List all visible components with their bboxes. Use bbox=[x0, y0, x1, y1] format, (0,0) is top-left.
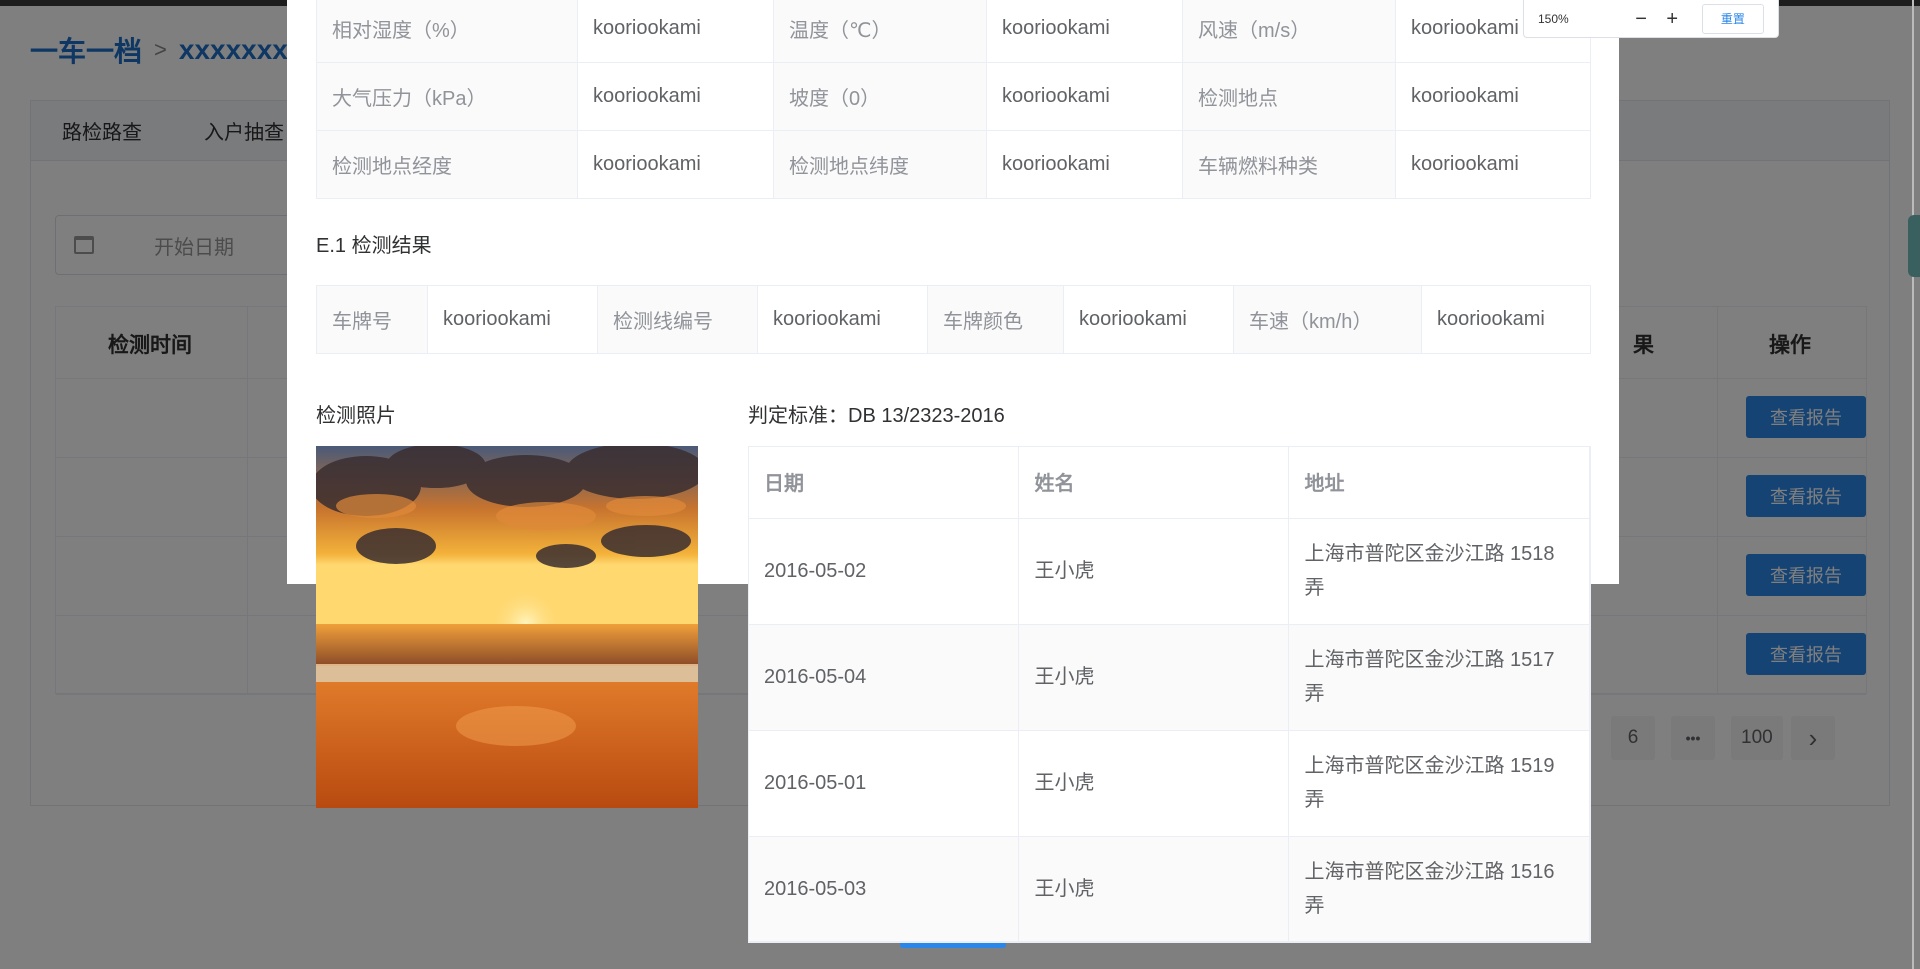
results-table-header: 日期 姓名 地址 bbox=[748, 446, 1591, 519]
photo-label: 检测照片 bbox=[316, 405, 396, 427]
result-info-table: 车牌号 kooriookami 检测线编号 kooriookami 车牌颜色 k… bbox=[316, 285, 1591, 354]
cell-name: 王小虎 bbox=[1018, 518, 1289, 625]
cell-name: 王小虎 bbox=[1018, 624, 1289, 731]
vehicle-speed-value: kooriookami bbox=[1421, 285, 1591, 354]
column-header-name: 姓名 bbox=[1018, 446, 1289, 519]
cell-date: 2016-05-02 bbox=[748, 518, 1019, 625]
cell-address: 上海市普陀区金沙江路 1518 弄 bbox=[1288, 518, 1591, 625]
cell-date: 2016-05-04 bbox=[748, 624, 1019, 731]
fuel-type-value: kooriookami bbox=[1395, 130, 1591, 199]
standard-label: 判定标准：DB 13/2323-2016 bbox=[748, 405, 1005, 427]
cell-address: 上海市普陀区金沙江路 1516 弄 bbox=[1288, 836, 1591, 943]
table-row: 车牌号 kooriookami 检测线编号 kooriookami 车牌颜色 k… bbox=[316, 285, 1591, 354]
table-row: 大气压力（kPa） kooriookami 坡度（0） kooriookami … bbox=[316, 62, 1591, 131]
section-title: E.1 检测结果 bbox=[316, 235, 432, 257]
plate-number-label: 车牌号 bbox=[316, 285, 428, 354]
latitude-value: kooriookami bbox=[986, 130, 1183, 199]
column-header-address: 地址 bbox=[1288, 446, 1591, 519]
pressure-value: kooriookami bbox=[577, 62, 774, 131]
cell-address: 上海市普陀区金沙江路 1517 弄 bbox=[1288, 624, 1591, 731]
longitude-value: kooriookami bbox=[577, 130, 774, 199]
dialog-footer-button[interactable] bbox=[900, 942, 1006, 948]
humidity-label: 相对湿度（%） bbox=[316, 0, 578, 63]
table-row: 2016-05-01 王小虎 上海市普陀区金沙江路 1519 弄 bbox=[748, 730, 1591, 837]
inspection-photo bbox=[316, 446, 698, 808]
plate-color-label: 车牌颜色 bbox=[927, 285, 1064, 354]
environment-info-table: 相对湿度（%） kooriookami 温度（℃） kooriookami 风速… bbox=[316, 0, 1591, 199]
line-number-label: 检测线编号 bbox=[597, 285, 758, 354]
zoom-reset-button[interactable]: 重置 bbox=[1701, 3, 1764, 34]
page-scrollbar-track bbox=[1912, 0, 1914, 969]
zoom-out-icon[interactable]: − bbox=[1626, 9, 1657, 29]
cell-date: 2016-05-01 bbox=[748, 730, 1019, 837]
table-row: 相对湿度（%） kooriookami 温度（℃） kooriookami 风速… bbox=[316, 0, 1591, 63]
pressure-label: 大气压力（kPa） bbox=[316, 62, 578, 131]
plate-color-value: kooriookami bbox=[1063, 285, 1234, 354]
humidity-value: kooriookami bbox=[577, 0, 774, 63]
latitude-label: 检测地点纬度 bbox=[773, 130, 987, 199]
cell-address: 上海市普陀区金沙江路 1519 弄 bbox=[1288, 730, 1591, 837]
line-number-value: kooriookami bbox=[757, 285, 928, 354]
longitude-label: 检测地点经度 bbox=[316, 130, 578, 199]
table-row: 检测地点经度 kooriookami 检测地点纬度 kooriookami 车辆… bbox=[316, 130, 1591, 199]
zoom-level: 150% bbox=[1538, 11, 1569, 26]
location-label: 检测地点 bbox=[1182, 62, 1396, 131]
column-header-date: 日期 bbox=[748, 446, 1019, 519]
page-scrollbar-thumb[interactable] bbox=[1908, 215, 1920, 277]
zoom-control: 150% − + 重置 bbox=[1523, 0, 1779, 38]
wind-speed-label: 风速（m/s） bbox=[1182, 0, 1396, 63]
table-row: 2016-05-04 王小虎 上海市普陀区金沙江路 1517 弄 bbox=[748, 624, 1591, 731]
fuel-type-label: 车辆燃料种类 bbox=[1182, 130, 1396, 199]
slope-value: kooriookami bbox=[986, 62, 1183, 131]
temperature-label: 温度（℃） bbox=[773, 0, 987, 63]
cell-name: 王小虎 bbox=[1018, 730, 1289, 837]
table-row: 2016-05-03 王小虎 上海市普陀区金沙江路 1516 弄 bbox=[748, 836, 1591, 943]
table-row: 2016-05-02 王小虎 上海市普陀区金沙江路 1518 弄 bbox=[748, 518, 1591, 625]
cell-name: 王小虎 bbox=[1018, 836, 1289, 943]
cell-date: 2016-05-03 bbox=[748, 836, 1019, 943]
vehicle-speed-label: 车速（km/h） bbox=[1233, 285, 1422, 354]
slope-label: 坡度（0） bbox=[773, 62, 987, 131]
results-table: 日期 姓名 地址 2016-05-02 王小虎 上海市普陀区金沙江路 1518 … bbox=[748, 446, 1591, 943]
plate-number-value: kooriookami bbox=[427, 285, 598, 354]
temperature-value: kooriookami bbox=[986, 0, 1183, 63]
zoom-in-icon[interactable]: + bbox=[1657, 9, 1688, 29]
location-value: kooriookami bbox=[1395, 62, 1591, 131]
